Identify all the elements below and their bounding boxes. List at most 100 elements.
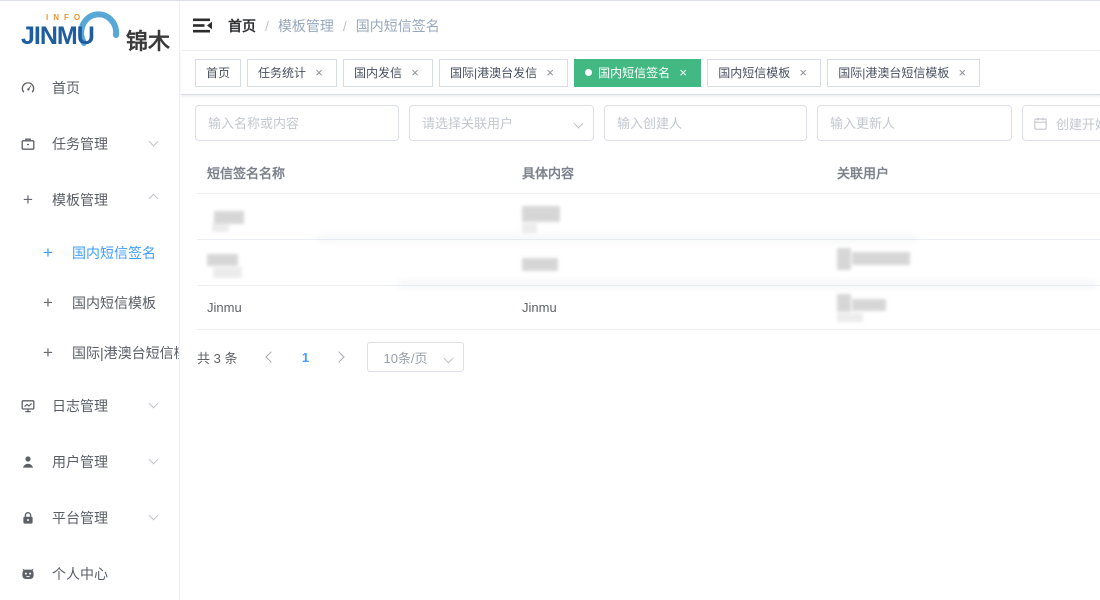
- task-icon: [20, 136, 36, 152]
- associated-user-select-input[interactable]: [409, 105, 594, 141]
- column-header-associated-user: 关联用户: [827, 163, 1100, 182]
- tab-label: 国际|港澳台短信模板: [838, 64, 949, 81]
- logo-brand-text: JINMU: [21, 22, 94, 51]
- sidebar-item-personal-center[interactable]: 个人中心: [0, 546, 179, 600]
- sidebar-collapse-icon[interactable]: [193, 17, 213, 34]
- sidebar-item-task-management[interactable]: 任务管理: [0, 116, 179, 172]
- pagination-prev-button[interactable]: [259, 343, 283, 371]
- sidebar-item-log-management[interactable]: 日志管理: [0, 378, 179, 434]
- tab-label: 国内短信签名: [598, 64, 670, 81]
- breadcrumb-separator: /: [265, 18, 269, 34]
- cell-text: Jinmu: [207, 300, 242, 315]
- sidebar-item-domestic-sms-signature[interactable]: + 国内短信签名: [0, 228, 179, 278]
- sidebar-item-label: 用户管理: [52, 452, 108, 472]
- app-logo: INFO JINMU 锦木: [0, 1, 179, 60]
- chevron-down-icon: [444, 354, 454, 364]
- close-icon[interactable]: ×: [543, 66, 557, 80]
- sidebar-item-platform-management[interactable]: 平台管理: [0, 490, 179, 546]
- sidebar-menu: 首页 任务管理 + 模板管理 + 国内短信签名 + 国内短信模板 +: [0, 60, 179, 600]
- cell-content: [512, 194, 827, 239]
- cell-associated-user: [827, 240, 1100, 285]
- page-size-select[interactable]: 10条/页: [367, 342, 464, 372]
- active-tab-dot-icon: [585, 69, 592, 76]
- top-navbar: 首页 / 模板管理 / 国内短信签名: [181, 1, 1100, 51]
- redacted-content: [852, 252, 910, 265]
- redacted-content: [212, 223, 229, 232]
- name-or-content-input[interactable]: [195, 105, 399, 141]
- sidebar-item-label: 国内短信模板: [72, 293, 156, 313]
- associated-user-select[interactable]: [409, 105, 594, 141]
- close-icon[interactable]: ×: [796, 66, 810, 80]
- tab-label: 国内发信: [354, 64, 402, 81]
- date-picker-placeholder: 创建开始: [1056, 114, 1100, 133]
- breadcrumb: 首页 / 模板管理 / 国内短信签名: [228, 1, 440, 51]
- tab-domestic-sending[interactable]: 国内发信 ×: [343, 59, 433, 87]
- chevron-down-icon: [149, 137, 159, 147]
- filter-bar: 创建开始: [181, 95, 1100, 141]
- calendar-icon: [1033, 116, 1048, 131]
- tab-intl-sms-template[interactable]: 国际|港澳台短信模板 ×: [827, 59, 980, 87]
- page-size-value: 10条/页: [383, 348, 427, 367]
- updater-input[interactable]: [817, 105, 1012, 141]
- main-content: 首页 / 模板管理 / 国内短信签名 首页 任务统计 × 国内发信 × 国际|港…: [181, 1, 1100, 600]
- close-icon[interactable]: ×: [312, 66, 326, 80]
- cell-associated-user: [827, 194, 1100, 239]
- redacted-content: [213, 267, 242, 278]
- breadcrumb-template-management: 模板管理: [278, 16, 334, 36]
- sidebar-item-label: 国内短信签名: [72, 243, 156, 263]
- pagination: 共 3 条 1 10条/页: [197, 342, 1100, 372]
- tab-domestic-sms-template[interactable]: 国内短信模板 ×: [707, 59, 821, 87]
- pagination-page-1[interactable]: 1: [291, 350, 319, 365]
- sidebar: INFO JINMU 锦木 首页 任务管理 + 模板管理 + 国内短信签名: [0, 1, 180, 600]
- sidebar-item-label: 模板管理: [52, 190, 108, 210]
- breadcrumb-separator: /: [343, 18, 347, 34]
- tab-intl-sending[interactable]: 国际|港澳台发信 ×: [439, 59, 568, 87]
- tab-label: 国际|港澳台发信: [450, 64, 537, 81]
- close-icon[interactable]: ×: [676, 66, 690, 80]
- table-row[interactable]: [197, 194, 1100, 240]
- redacted-content: [522, 206, 560, 222]
- breadcrumb-home[interactable]: 首页: [228, 16, 256, 36]
- column-header-content: 具体内容: [512, 163, 827, 182]
- tags-view-bar: 首页 任务统计 × 国内发信 × 国际|港澳台发信 × 国内短信签名 × 国内短…: [181, 51, 1100, 95]
- column-header-signature-name: 短信签名名称: [197, 163, 512, 182]
- cell-signature-name: Jinmu: [197, 286, 512, 329]
- cell-content: Jinmu: [512, 286, 827, 329]
- chevron-left-icon: [266, 351, 277, 362]
- sidebar-submenu-template: + 国内短信签名 + 国内短信模板 + 国际|港澳台短信模板: [0, 228, 179, 378]
- tab-home[interactable]: 首页: [195, 59, 241, 87]
- pagination-next-button[interactable]: [327, 343, 351, 371]
- sidebar-item-label: 首页: [52, 78, 80, 98]
- tab-label: 首页: [206, 64, 230, 81]
- redacted-content: [837, 294, 851, 312]
- close-icon[interactable]: ×: [408, 66, 422, 80]
- sidebar-item-intl-sms-template[interactable]: + 国际|港澳台短信模板: [0, 328, 179, 378]
- plus-icon: +: [20, 192, 36, 208]
- table-row[interactable]: Jinmu Jinmu: [197, 286, 1100, 330]
- tab-label: 国内短信模板: [718, 64, 790, 81]
- creator-input[interactable]: [604, 105, 807, 141]
- profile-icon: [20, 566, 36, 582]
- sidebar-item-home[interactable]: 首页: [0, 60, 179, 116]
- table-row[interactable]: [197, 240, 1100, 286]
- cell-signature-name: [197, 240, 512, 285]
- sidebar-item-label: 个人中心: [52, 564, 108, 584]
- close-icon[interactable]: ×: [955, 66, 969, 80]
- sidebar-item-user-management[interactable]: 用户管理: [0, 434, 179, 490]
- sidebar-item-label: 日志管理: [52, 396, 108, 416]
- tab-label: 任务统计: [258, 64, 306, 81]
- chevron-down-icon: [149, 511, 159, 521]
- dashboard-icon: [20, 80, 36, 96]
- tab-domestic-sms-signature-active[interactable]: 国内短信签名 ×: [574, 59, 701, 87]
- tab-task-statistics[interactable]: 任务统计 ×: [247, 59, 337, 87]
- redacted-content: [522, 258, 558, 271]
- sidebar-item-template-management[interactable]: + 模板管理: [0, 172, 179, 228]
- logo-info-text: INFO: [46, 13, 85, 22]
- log-icon: [20, 398, 36, 414]
- create-start-date-picker[interactable]: 创建开始: [1022, 105, 1100, 141]
- redacted-content: [837, 313, 863, 322]
- table-header-row: 短信签名名称 具体内容 关联用户: [197, 152, 1100, 194]
- signature-table: 短信签名名称 具体内容 关联用户: [197, 152, 1100, 330]
- sidebar-item-domestic-sms-template[interactable]: + 国内短信模板: [0, 278, 179, 328]
- plus-icon: +: [40, 295, 56, 311]
